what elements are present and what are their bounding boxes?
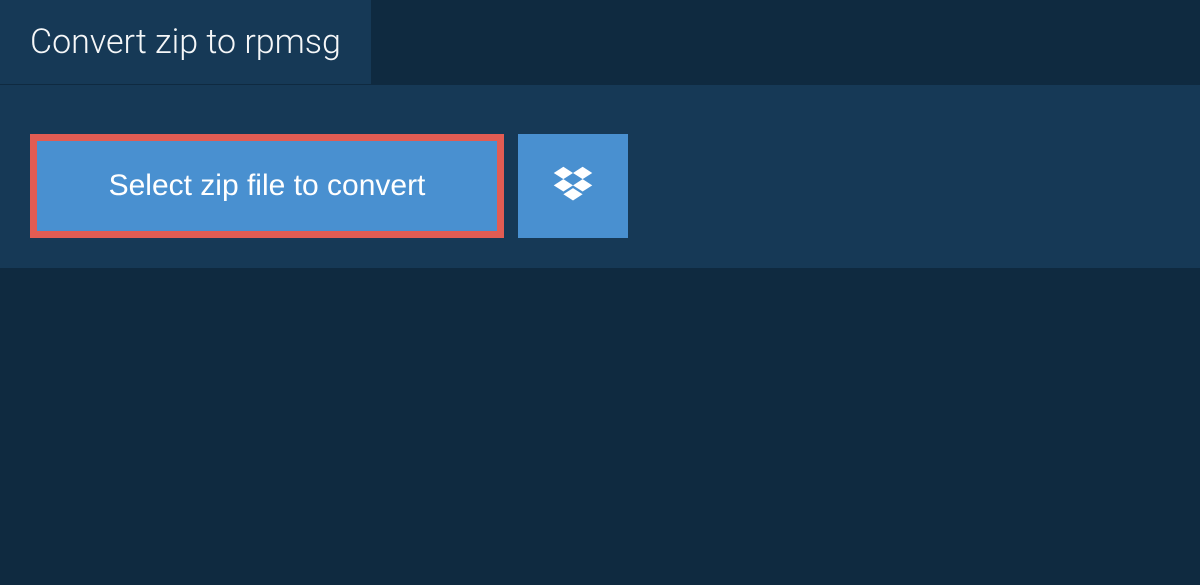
dropbox-button[interactable] [518, 134, 628, 238]
actions-row: Select zip file to convert [0, 104, 1200, 238]
tab-label: Convert zip to rpmsg [30, 22, 341, 62]
select-file-button[interactable]: Select zip file to convert [37, 141, 497, 231]
select-file-label: Select zip file to convert [109, 169, 426, 202]
converter-panel: Convert zip to rpmsg Select zip file to … [0, 85, 1200, 268]
tab-convert-zip-to-rpmsg[interactable]: Convert zip to rpmsg [0, 0, 371, 84]
select-file-highlight: Select zip file to convert [30, 134, 504, 238]
dropbox-icon [551, 164, 595, 208]
